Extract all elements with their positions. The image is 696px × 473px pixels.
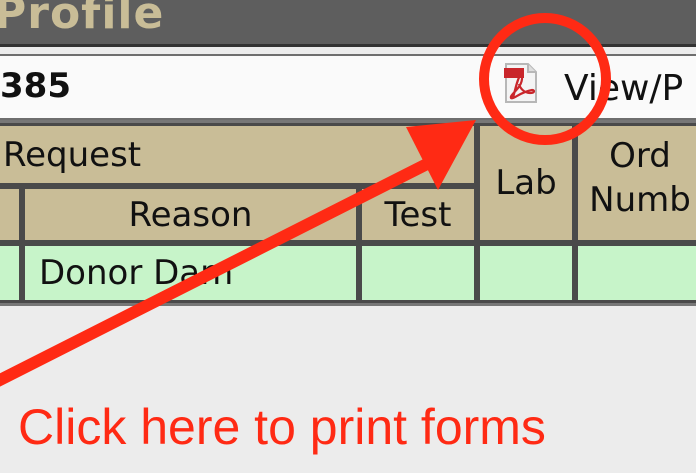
request-group-label: Request	[3, 134, 142, 175]
test-column-header[interactable]: Test	[359, 186, 477, 243]
test-header-label: Test	[384, 194, 452, 235]
window-title: Profile	[0, 0, 165, 39]
order-number-column-header[interactable]: Ord Numb	[575, 123, 696, 243]
table-cell-test[interactable]	[359, 243, 477, 303]
highlight-circle	[479, 13, 611, 145]
annotation-text: Click here to print forms	[18, 399, 546, 455]
first-column-header[interactable]	[0, 186, 22, 243]
reason-column-header[interactable]: Reason	[22, 186, 359, 243]
record-id: 385	[0, 66, 71, 106]
order-header-line1: Ord	[609, 136, 671, 176]
lab-header-label: Lab	[495, 163, 557, 203]
table-cell-reason[interactable]: Donor Dam	[22, 243, 359, 303]
reason-value: Donor Dam	[39, 253, 234, 293]
request-group-header: Request	[0, 123, 477, 186]
table-cell-lab[interactable]	[477, 243, 575, 303]
reason-header-label: Reason	[128, 194, 253, 235]
table-cell-order[interactable]	[575, 243, 696, 303]
order-header-line2: Numb	[589, 180, 691, 220]
table-cell-first[interactable]	[0, 243, 22, 303]
